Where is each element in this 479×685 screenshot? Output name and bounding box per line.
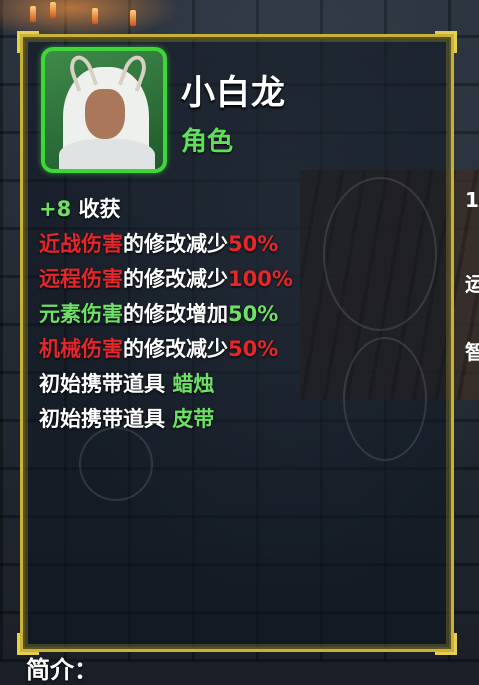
stat-row-melee: 近战伤害的修改减少50% — [39, 227, 293, 262]
stat-label: 收获 — [71, 197, 121, 221]
candle-icon — [130, 10, 136, 26]
horn-icon — [117, 52, 151, 92]
frame-corner — [17, 31, 39, 53]
decorative-swirl — [343, 337, 427, 461]
candle-icon — [50, 2, 56, 18]
decorative-swirl — [323, 177, 437, 331]
candle-icon — [92, 8, 98, 24]
stat-value: +8 — [39, 197, 72, 221]
stat-row-start-item-belt: 初始携带道具 皮带 — [39, 402, 293, 437]
stat-label: 的修改减少 — [123, 267, 228, 291]
decorative-swirl — [79, 427, 153, 501]
stat-value: 100% — [228, 267, 293, 291]
side-text-3: 智 — [465, 340, 479, 364]
stat-row-ranged: 远程伤害的修改减少100% — [39, 262, 293, 297]
stat-value: 50% — [228, 302, 279, 326]
character-name: 小白龙 — [181, 73, 286, 113]
character-tooltip-panel: 小白龙 角色 +8 收获 近战伤害的修改减少50% 远程伤害的修改减少100% … — [17, 31, 457, 655]
stat-row-elemental: 元素伤害的修改增加50% — [39, 297, 293, 332]
stat-item: 蜡烛 — [172, 372, 215, 396]
description-header: 简介： — [26, 656, 98, 684]
stat-label: 的修改增加 — [123, 302, 228, 326]
stat-label: 的修改减少 — [123, 232, 228, 256]
frame-corner — [435, 633, 457, 655]
stats-list: +8 收获 近战伤害的修改减少50% 远程伤害的修改减少100% 元素伤害的修改… — [39, 192, 293, 437]
portrait-face — [85, 89, 125, 139]
stat-prefix: 近战伤害 — [39, 232, 123, 256]
stat-prefix: 元素伤害 — [39, 302, 123, 326]
stat-row-mechanical: 机械伤害的修改减少50% — [39, 332, 293, 367]
frame-corner — [435, 31, 457, 53]
portrait-robe — [59, 139, 155, 169]
stat-prefix: 远程伤害 — [39, 267, 123, 291]
stat-prefix: 机械伤害 — [39, 337, 123, 361]
stat-row-start-item-candle: 初始携带道具 蜡烛 — [39, 367, 293, 402]
character-type: 角色 — [181, 127, 234, 157]
stat-label: 的修改减少 — [123, 337, 228, 361]
side-text-2: 运 — [465, 272, 479, 296]
character-portrait[interactable] — [41, 47, 167, 173]
stat-item: 皮带 — [172, 407, 215, 431]
stat-label: 初始携带道具 — [39, 407, 173, 431]
candle-icon — [30, 6, 36, 22]
side-text-1: 1 — [465, 188, 479, 212]
stat-label: 初始携带道具 — [39, 372, 173, 396]
stat-value: 50% — [228, 232, 279, 256]
stat-row-harvest: +8 收获 — [39, 192, 293, 227]
stat-value: 50% — [228, 337, 279, 361]
